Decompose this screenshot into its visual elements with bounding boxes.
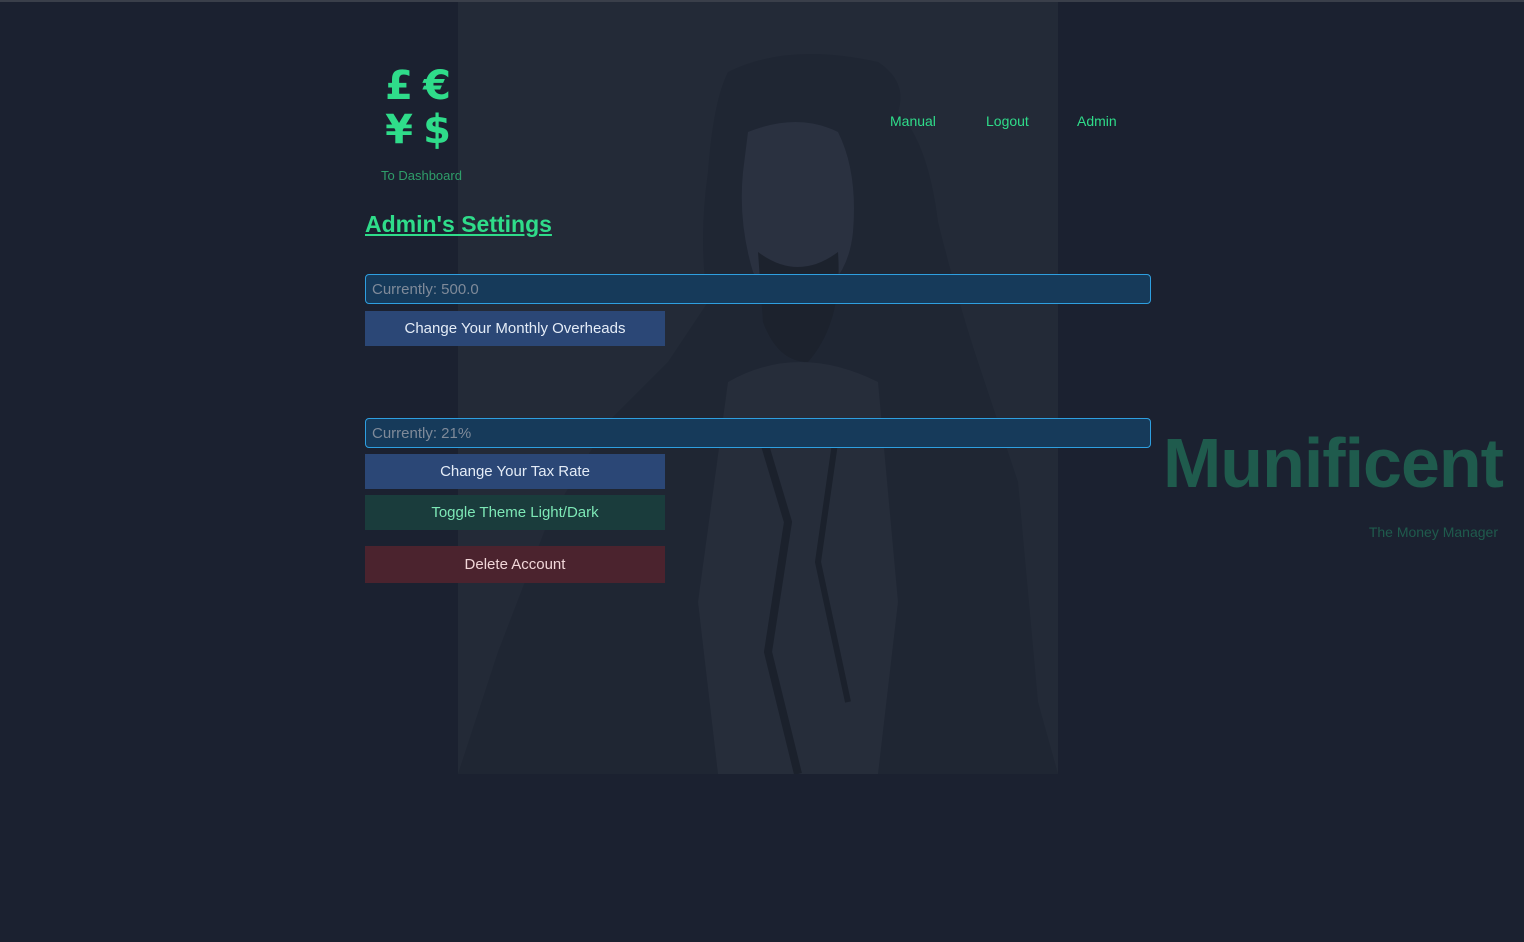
background-portrait — [458, 2, 1058, 774]
toggle-theme-button[interactable]: Toggle Theme Light/Dark — [365, 495, 665, 530]
nav-logout-link[interactable]: Logout — [986, 113, 1029, 129]
dollar-icon: $ — [423, 107, 451, 153]
nav-admin-link[interactable]: Admin — [1077, 113, 1117, 129]
logo-row-top: £ € — [383, 64, 463, 108]
logo-row-bottom: ¥ $ — [383, 108, 463, 152]
change-monthly-overheads-button[interactable]: Change Your Monthly Overheads — [365, 311, 665, 346]
to-dashboard-link[interactable]: To Dashboard — [381, 168, 462, 183]
euro-icon: € — [423, 63, 451, 109]
yen-icon: ¥ — [385, 107, 413, 153]
nav-manual-link[interactable]: Manual — [890, 113, 936, 129]
portrait-silhouette-image — [458, 2, 1058, 774]
change-tax-rate-button[interactable]: Change Your Tax Rate — [365, 454, 665, 489]
currency-logo[interactable]: £ € ¥ $ — [383, 64, 463, 156]
monthly-overheads-input[interactable] — [365, 274, 1151, 304]
delete-account-button[interactable]: Delete Account — [365, 546, 665, 583]
brand-tagline: The Money Manager — [1368, 524, 1498, 540]
brand-name: Munificent — [1163, 424, 1504, 502]
pound-icon: £ — [385, 63, 413, 109]
page-title: Admin's Settings — [365, 211, 552, 237]
tax-rate-input[interactable] — [365, 418, 1151, 448]
